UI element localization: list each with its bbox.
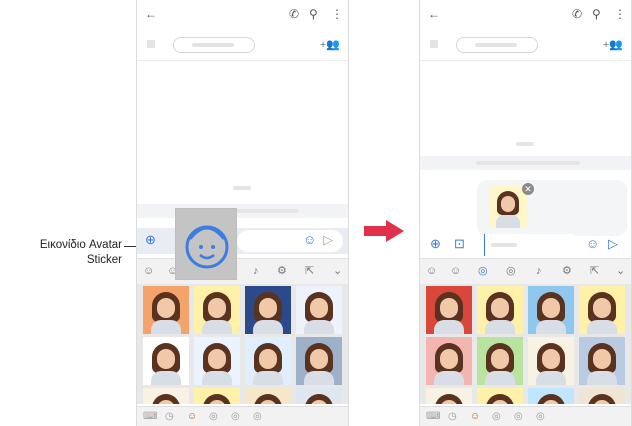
recipient-row: +👥 (420, 34, 631, 58)
sticker-pack-icon[interactable]: ◎ (253, 410, 262, 424)
sticker-pack-icon[interactable]: ◎ (209, 410, 218, 424)
avatar-sticker[interactable] (194, 337, 240, 385)
search-icon[interactable]: ⚲ (309, 6, 318, 22)
sticker-pack-icon[interactable]: ◎ (514, 410, 523, 424)
emoji-tab-icon[interactable]: ☺ (450, 263, 461, 279)
send-icon[interactable]: ▷ (608, 236, 618, 252)
header-divider (137, 60, 348, 61)
avatar-sticker[interactable] (528, 337, 574, 385)
avatar-sticker[interactable] (477, 337, 523, 385)
back-arrow-icon[interactable]: ← (145, 6, 157, 22)
phone-screen-before: ← ✆ ⚲ ⋮ +👥 ⊕ ☺ ▷ ☺ ☺ ♪ ⚙ ⇱ ⌄ ⌨ ◷ ☺ ◎ ◎ ◎ (136, 0, 349, 426)
sticker-panel (420, 284, 631, 404)
selected-avatar-sticker[interactable] (489, 186, 527, 228)
add-attachment-icon[interactable]: ⊕ (430, 236, 441, 252)
send-icon[interactable]: ▷ (323, 232, 333, 248)
call-icon[interactable]: ✆ (289, 6, 299, 22)
recipient-placeholder-square (430, 40, 438, 48)
recipient-row: +👥 (137, 34, 348, 58)
callout-label-line1: Εικονίδιο Avatar (39, 239, 122, 251)
avatar-sticker[interactable] (426, 337, 472, 385)
message-info-blur-text (476, 161, 580, 165)
remove-attachment-icon[interactable]: ✕ (522, 183, 534, 195)
call-icon[interactable]: ✆ (572, 6, 582, 22)
avatar-sticker[interactable] (143, 286, 189, 334)
sticker-attachment-preview: ✕ (477, 180, 627, 236)
message-input-bar: ⊕ ☺ ▷ (137, 228, 348, 254)
avatar-sticker[interactable] (296, 388, 342, 404)
gif-icon[interactable]: ◎ (506, 263, 516, 279)
keyboard-toolbar: ☺ ☺ ◎ ◎ ♪ ⚙ ⇱ ⌄ (420, 258, 631, 284)
add-attachment-icon[interactable]: ⊕ (145, 232, 156, 248)
more-options-icon[interactable]: ⋮ (331, 6, 343, 22)
message-text-field[interactable] (484, 234, 574, 256)
date-separator-blur (233, 186, 251, 190)
keyboard-bottom-bar: ⌨ ◷ ☺ ◎ ◎ ◎ (420, 406, 631, 426)
more-options-icon[interactable]: ⋮ (614, 6, 626, 22)
avatar-sticker[interactable] (426, 286, 472, 334)
resize-icon[interactable]: ⇱ (305, 263, 314, 279)
keyboard-bottom-bar: ⌨ ◷ ☺ ◎ ◎ ◎ (137, 406, 348, 426)
keyboard-toolbar: ☺ ☺ ♪ ⚙ ⇱ ⌄ (137, 258, 348, 284)
sticker-panel (137, 284, 348, 404)
add-recipient-icon[interactable]: +👥 (603, 38, 623, 51)
avatar-sticker[interactable] (245, 388, 291, 404)
microphone-icon[interactable]: ♪ (536, 263, 542, 279)
sticker-pack-icon[interactable]: ◎ (231, 410, 240, 424)
message-input-bar: ⊕ ⊡ ☺ ▷ (420, 232, 631, 258)
sticker-pack-icon[interactable]: ◎ (536, 410, 545, 424)
date-separator-blur (516, 142, 534, 146)
avatar-sticker[interactable] (194, 388, 240, 404)
phone-screen-after: ← ✆ ⚲ ⋮ +👥 ✕ ⊕ ⊡ ☺ ▷ ☺ ☺ ◎ ◎ ♪ ⚙ ⇱ ⌄ ⌨ ◷… (419, 0, 632, 426)
recipient-chip[interactable] (456, 37, 538, 53)
avatar-sticker[interactable] (296, 337, 342, 385)
camera-icon[interactable]: ⊡ (454, 236, 465, 252)
avatar-sticker[interactable] (579, 337, 625, 385)
emoji-icon[interactable]: ☺ (303, 232, 316, 248)
avatar-sticker[interactable] (245, 337, 291, 385)
avatar-sticker-tab-icon[interactable]: ◎ (478, 263, 488, 279)
avatar-sticker[interactable] (477, 388, 523, 404)
keyboard-icon[interactable]: ⌨ (143, 410, 157, 424)
sticker-toggle-icon[interactable]: ☺ (426, 263, 437, 279)
avatar-sticker[interactable] (426, 388, 472, 404)
app-bar: ← ✆ ⚲ ⋮ (420, 0, 631, 30)
avatar-sticker[interactable] (143, 337, 189, 385)
microphone-icon[interactable]: ♪ (253, 263, 259, 279)
recipient-chip[interactable] (173, 37, 255, 53)
recent-icon[interactable]: ◷ (165, 410, 174, 424)
avatar-sticker[interactable] (528, 286, 574, 334)
avatar-sticker[interactable] (143, 388, 189, 404)
recipient-placeholder-square (147, 40, 155, 48)
header-divider (420, 60, 631, 61)
avatar-sticker[interactable] (579, 286, 625, 334)
transition-arrow-icon (364, 220, 404, 242)
add-recipient-icon[interactable]: +👥 (320, 38, 340, 51)
avatar-sticker[interactable] (296, 286, 342, 334)
avatar-tab-icon[interactable]: ☺ (470, 410, 480, 424)
emoji-icon[interactable]: ☺ (586, 236, 599, 252)
avatar-sticker[interactable] (579, 388, 625, 404)
sticker-toggle-icon[interactable]: ☺ (143, 263, 154, 279)
avatar-sticker[interactable] (477, 286, 523, 334)
avatar-sticker[interactable] (194, 286, 240, 334)
app-bar: ← ✆ ⚲ ⋮ (137, 0, 348, 30)
callout-label-line2: Sticker (86, 254, 122, 266)
recent-icon[interactable]: ◷ (448, 410, 457, 424)
avatar-sticker[interactable] (528, 388, 574, 404)
avatar-tab-icon[interactable]: ☺ (187, 410, 197, 424)
keyboard-icon[interactable]: ⌨ (426, 410, 440, 424)
sticker-pack-icon[interactable]: ◎ (492, 410, 501, 424)
search-icon[interactable]: ⚲ (592, 6, 601, 22)
avatar-face-icon (185, 225, 229, 269)
chevron-down-icon[interactable]: ⌄ (333, 263, 342, 279)
avatar-sticker-button-highlight[interactable] (175, 208, 237, 280)
settings-icon[interactable]: ⚙ (277, 263, 287, 279)
settings-icon[interactable]: ⚙ (562, 263, 572, 279)
resize-icon[interactable]: ⇱ (590, 263, 599, 279)
back-arrow-icon[interactable]: ← (428, 6, 440, 22)
chevron-down-icon[interactable]: ⌄ (616, 263, 625, 279)
avatar-sticker[interactable] (245, 286, 291, 334)
